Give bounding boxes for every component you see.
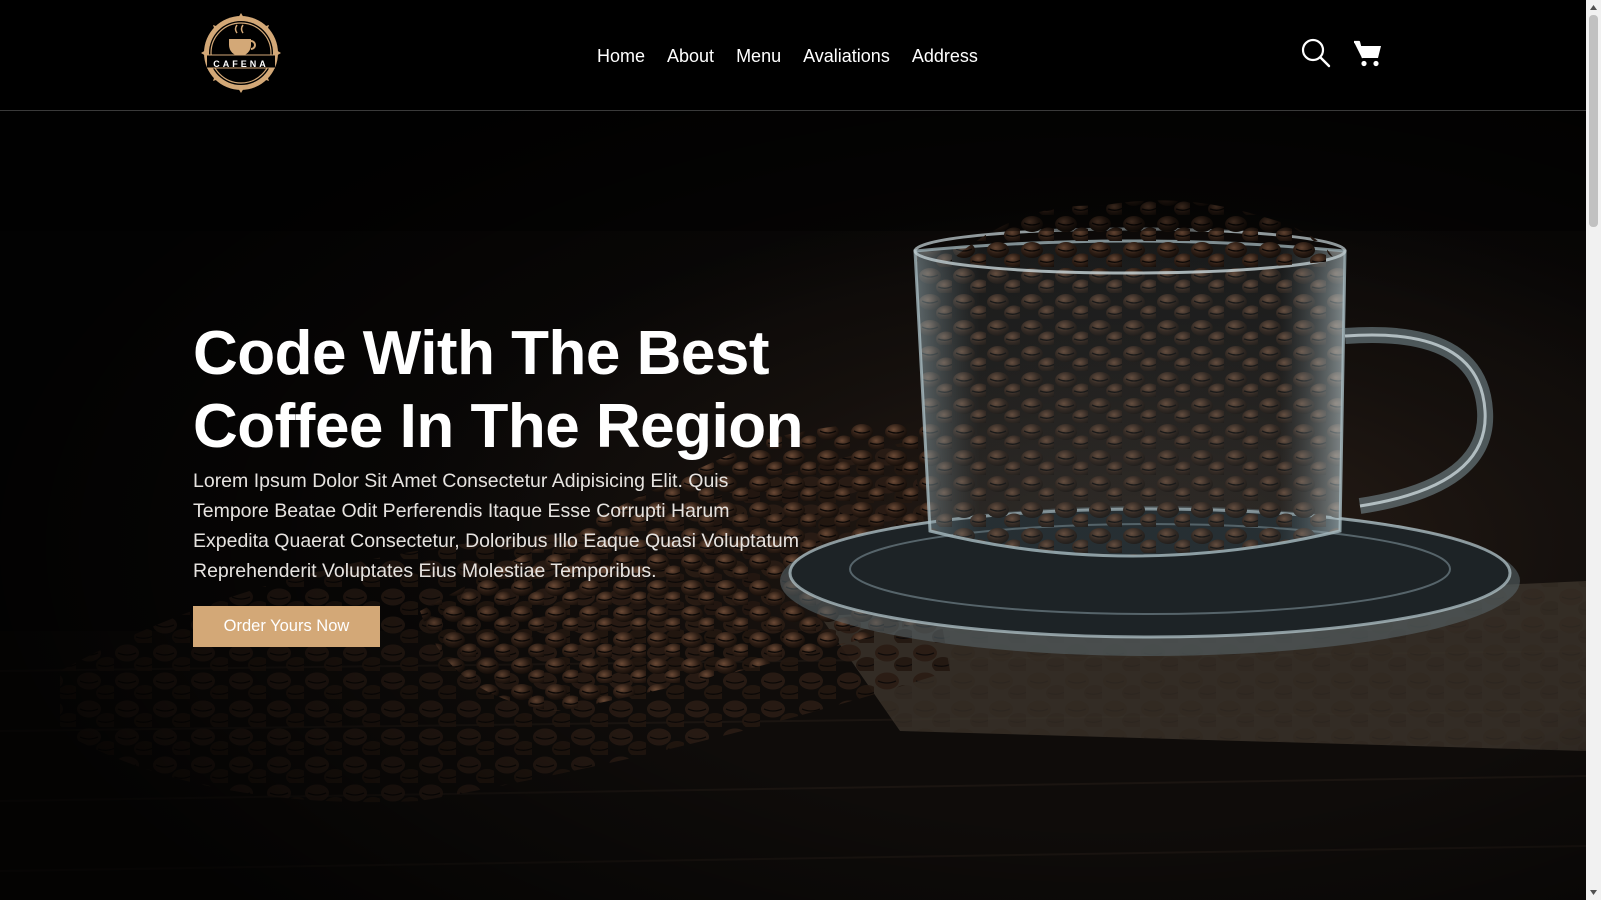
nav-avaliations[interactable]: Avaliations [803, 44, 890, 68]
cart-icon[interactable] [1352, 37, 1384, 69]
site-header: CAFENA Home About Menu Avaliations Addre… [0, 0, 1586, 111]
logo[interactable]: CAFENA [193, 13, 289, 93]
nav-home[interactable]: Home [597, 44, 645, 68]
hero-section: Code With The Best Coffee In The Region … [0, 111, 1586, 900]
main-nav: Home About Menu Avaliations Address [597, 44, 978, 68]
hero-title: Code With The Best Coffee In The Region [193, 317, 833, 463]
scroll-up-arrow-icon[interactable] [1586, 0, 1601, 15]
logo-icon: CAFENA [201, 13, 281, 93]
vertical-scrollbar[interactable] [1586, 0, 1601, 900]
search-icon[interactable] [1300, 37, 1332, 69]
hero-title-line-2: Coffee In The Region [193, 392, 804, 461]
nav-address[interactable]: Address [912, 44, 978, 68]
nav-menu[interactable]: Menu [736, 44, 781, 68]
order-now-button[interactable]: Order Yours Now [193, 606, 380, 647]
page: CAFENA Home About Menu Avaliations Addre… [0, 0, 1586, 900]
scrollbar-thumb[interactable] [1589, 15, 1598, 227]
nav-about[interactable]: About [667, 44, 714, 68]
hero-description: Lorem Ipsum Dolor Sit Amet Consectetur A… [193, 470, 799, 582]
svg-text:CAFENA: CAFENA [213, 59, 269, 69]
hero-title-line-1: Code With The Best [193, 319, 770, 388]
scroll-down-arrow-icon[interactable] [1586, 885, 1601, 900]
